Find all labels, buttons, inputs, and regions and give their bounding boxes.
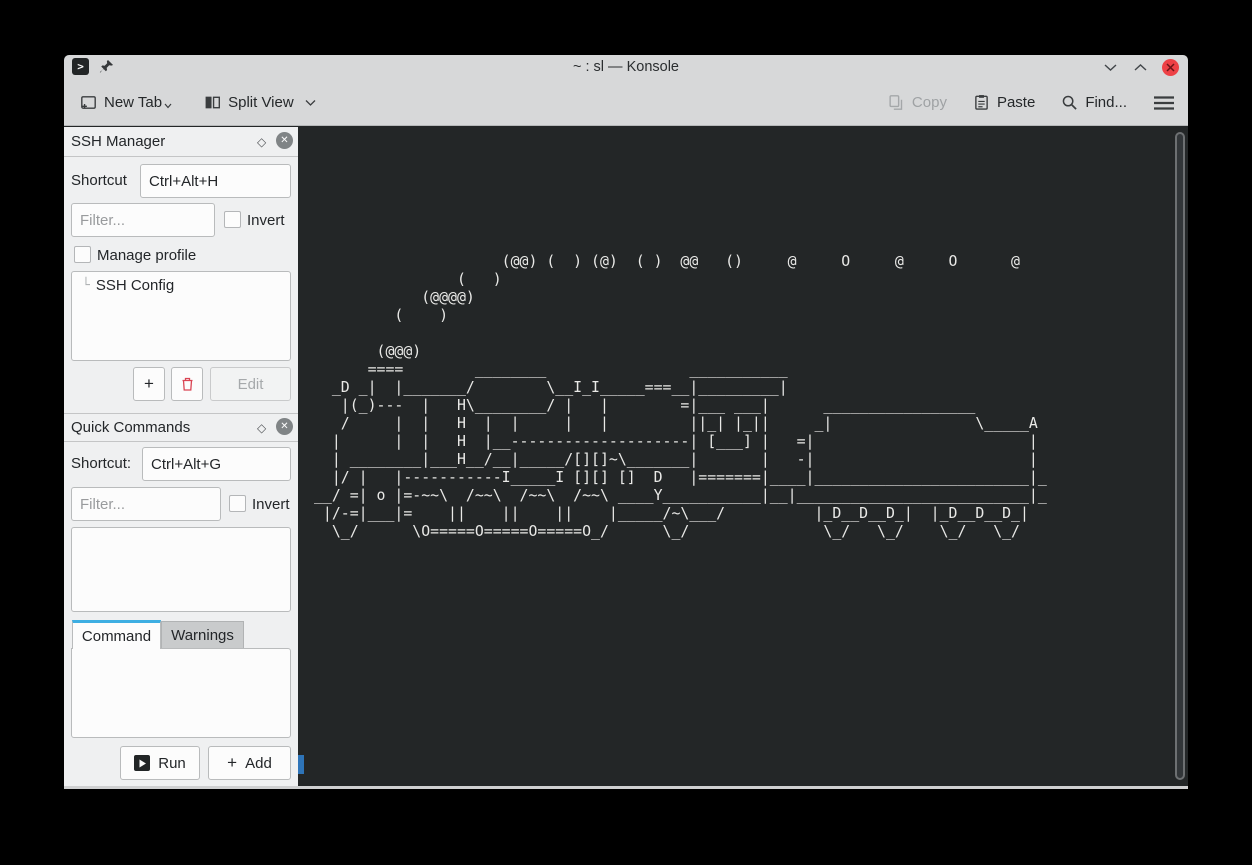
close-button[interactable]: [1162, 59, 1179, 76]
ssh-shortcut-input[interactable]: [140, 164, 291, 198]
split-view-button[interactable]: Split View: [204, 94, 316, 111]
divider: [64, 413, 298, 414]
find-button[interactable]: Find...: [1061, 94, 1127, 111]
divider: [64, 156, 298, 157]
run-icon: [134, 755, 150, 771]
quick-commands-close-icon[interactable]: ✕: [276, 418, 293, 435]
ssh-manager-close-icon[interactable]: ✕: [276, 132, 293, 149]
qc-shortcut-label: Shortcut:: [71, 455, 131, 472]
qc-invert-label: Invert: [252, 496, 290, 513]
ssh-manager-title: SSH Manager: [71, 133, 165, 150]
ssh-invert-label: Invert: [247, 212, 285, 229]
ssh-invert-checkbox[interactable]: [224, 211, 241, 228]
toolbar: New Tab Split View Copy: [64, 79, 1188, 126]
copy-icon: [888, 94, 905, 111]
window-title: ~ : sl — Konsole: [64, 55, 1188, 79]
terminal-view[interactable]: (@@) ( ) (@) ( ) @@ () @ O @ O @ ( ) (@@…: [298, 127, 1188, 786]
copy-button: Copy: [888, 94, 947, 111]
quick-commands-title: Quick Commands: [71, 419, 190, 436]
manage-profile-label: Manage profile: [97, 247, 196, 264]
maximize-button[interactable]: [1132, 60, 1148, 76]
terminal-output-ascii-train: (@@) ( ) (@) ( ) @@ () @ O @ O @ ( ) (@@…: [314, 252, 1047, 540]
ssh-delete-button[interactable]: [171, 367, 203, 401]
list-item[interactable]: └ SSH Config: [82, 277, 174, 294]
search-icon: [1061, 94, 1078, 111]
window-bottom-edge: [64, 786, 1188, 789]
ssh-add-button[interactable]: +: [133, 367, 165, 401]
sidebar: SSH Manager ◇ ✕ Shortcut Invert Manage p…: [64, 127, 298, 786]
qc-command-list[interactable]: [71, 527, 291, 612]
split-view-dropdown-icon[interactable]: [305, 99, 316, 107]
new-tab-icon: [80, 94, 97, 111]
paste-button[interactable]: Paste: [973, 94, 1035, 111]
qc-command-editor[interactable]: [71, 648, 291, 738]
tab-command[interactable]: Command: [72, 620, 161, 649]
minimize-button[interactable]: [1102, 60, 1118, 76]
ssh-manager-float-icon[interactable]: ◇: [257, 135, 266, 149]
new-tab-button[interactable]: New Tab: [80, 94, 162, 111]
konsole-window: > ~ : sl — Konsole New Tab: [64, 55, 1188, 789]
ssh-config-list[interactable]: └ SSH Config: [71, 271, 291, 361]
titlebar[interactable]: > ~ : sl — Konsole: [64, 55, 1188, 79]
divider: [64, 441, 298, 442]
qc-shortcut-input[interactable]: [142, 447, 291, 481]
add-button[interactable]: + Add: [208, 746, 291, 780]
qc-filter-input[interactable]: [71, 487, 221, 521]
new-tab-dropdown-icon[interactable]: [164, 103, 172, 109]
manage-profile-checkbox[interactable]: [74, 246, 91, 263]
terminal-cursor: [298, 755, 304, 774]
run-button[interactable]: Run: [120, 746, 200, 780]
paste-icon: [973, 94, 990, 111]
trash-icon: [180, 376, 195, 392]
plus-icon: +: [227, 753, 237, 773]
ssh-shortcut-label: Shortcut: [71, 172, 127, 189]
ssh-filter-input[interactable]: [71, 203, 215, 237]
terminal-scrollbar[interactable]: [1175, 132, 1185, 780]
ssh-edit-button: Edit: [210, 367, 291, 401]
tab-warnings[interactable]: Warnings: [161, 621, 244, 648]
split-view-icon: [204, 94, 221, 111]
quick-commands-float-icon[interactable]: ◇: [257, 421, 266, 435]
tree-branch-icon: └: [82, 278, 90, 293]
hamburger-menu-icon[interactable]: [1153, 95, 1175, 111]
qc-invert-checkbox[interactable]: [229, 495, 246, 512]
